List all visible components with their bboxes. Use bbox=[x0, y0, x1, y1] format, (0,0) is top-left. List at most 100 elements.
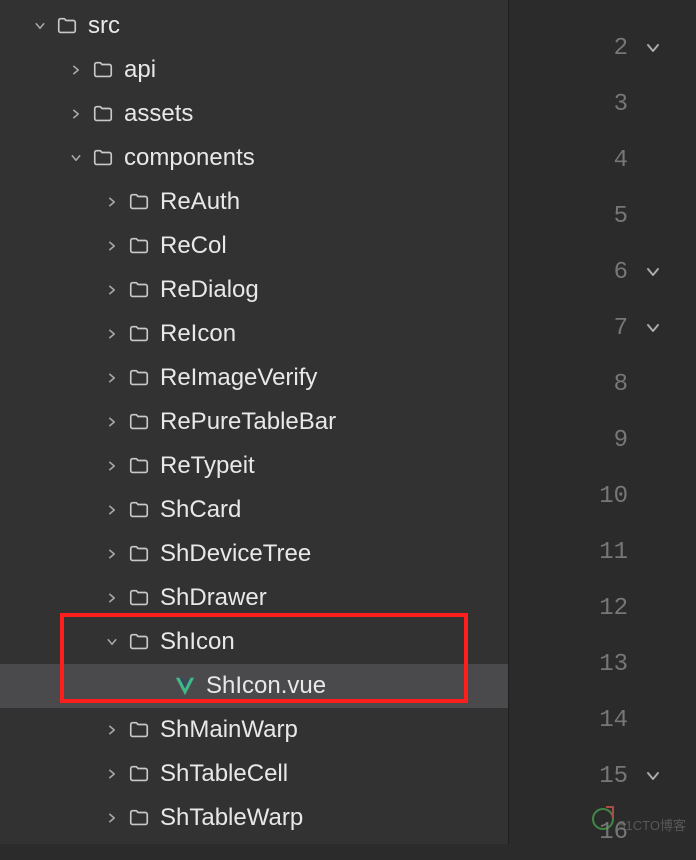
chevron-right-icon[interactable] bbox=[104, 326, 120, 342]
chevron-right-icon[interactable] bbox=[104, 370, 120, 386]
folder-item[interactable]: ShCard bbox=[0, 488, 508, 532]
gutter-line: 2 bbox=[509, 20, 696, 76]
folder-item[interactable]: ShMainWarp bbox=[0, 708, 508, 752]
file-name: ShIcon.vue bbox=[206, 674, 326, 698]
vue-file-icon bbox=[174, 675, 196, 697]
folder-name: assets bbox=[124, 102, 193, 126]
chevron-right-icon[interactable] bbox=[104, 414, 120, 430]
gutter-line: 6 bbox=[509, 244, 696, 300]
line-number: 13 bbox=[588, 651, 628, 678]
chevron-right-icon[interactable] bbox=[104, 194, 120, 210]
folder-icon bbox=[128, 235, 150, 257]
folder-icon bbox=[128, 323, 150, 345]
gutter-line: 5 bbox=[509, 188, 696, 244]
chevron-right-icon[interactable] bbox=[104, 810, 120, 826]
gutter-line: 11 bbox=[509, 524, 696, 580]
folder-icon bbox=[92, 103, 114, 125]
chevron-right-icon[interactable] bbox=[104, 722, 120, 738]
line-number: 12 bbox=[588, 595, 628, 622]
folder-icon bbox=[128, 191, 150, 213]
chevron-right-icon[interactable] bbox=[68, 62, 84, 78]
line-number: 6 bbox=[588, 259, 628, 286]
folder-icon bbox=[128, 543, 150, 565]
fold-chevron-icon[interactable] bbox=[628, 40, 678, 56]
line-number: 9 bbox=[588, 427, 628, 454]
watermark-text: 51CTO博客 bbox=[618, 818, 686, 833]
chevron-down-icon[interactable] bbox=[68, 150, 84, 166]
chevron-down-icon[interactable] bbox=[104, 634, 120, 650]
folder-icon bbox=[128, 455, 150, 477]
folder-name: ReTypeit bbox=[160, 454, 255, 478]
fold-chevron-icon[interactable] bbox=[628, 768, 678, 784]
gutter-line: 3 bbox=[509, 76, 696, 132]
line-number: 14 bbox=[588, 707, 628, 734]
folder-name: ReAuth bbox=[160, 190, 240, 214]
line-number: 11 bbox=[588, 539, 628, 566]
chevron-right-icon[interactable] bbox=[104, 502, 120, 518]
gutter-line: 13 bbox=[509, 636, 696, 692]
folder-item[interactable]: ReAuth bbox=[0, 180, 508, 224]
gutter-line: 12 bbox=[509, 580, 696, 636]
folder-item[interactable]: ShDeviceTree bbox=[0, 532, 508, 576]
editor-gutter: 2345678910111213141516 bbox=[508, 0, 696, 844]
folder-item[interactable]: ShDrawer bbox=[0, 576, 508, 620]
folder-name: ReIcon bbox=[160, 322, 236, 346]
chevron-right-icon[interactable] bbox=[104, 282, 120, 298]
folder-name: ShIcon bbox=[160, 630, 235, 654]
folder-item[interactable]: RePureTableBar bbox=[0, 400, 508, 444]
folder-item[interactable]: ReImageVerify bbox=[0, 356, 508, 400]
chevron-right-icon[interactable] bbox=[104, 590, 120, 606]
folder-name: ShDeviceTree bbox=[160, 542, 311, 566]
gutter-line: 10 bbox=[509, 468, 696, 524]
folder-name: ShCard bbox=[160, 498, 241, 522]
folder-item[interactable]: components bbox=[0, 136, 508, 180]
fold-chevron-icon[interactable] bbox=[628, 264, 678, 280]
folder-icon bbox=[128, 719, 150, 741]
chevron-down-icon[interactable] bbox=[32, 18, 48, 34]
folder-name: ShTableCell bbox=[160, 762, 288, 786]
folder-icon bbox=[92, 59, 114, 81]
folder-item[interactable]: ShIcon bbox=[0, 620, 508, 664]
folder-item[interactable]: ShTableWarp bbox=[0, 796, 508, 840]
line-number: 2 bbox=[588, 35, 628, 62]
folder-item[interactable]: ReTypeit bbox=[0, 444, 508, 488]
gutter-line: 4 bbox=[509, 132, 696, 188]
watermark-icon bbox=[592, 808, 614, 830]
folder-name: src bbox=[88, 14, 120, 38]
folder-item[interactable]: assets bbox=[0, 92, 508, 136]
gutter-line: 14 bbox=[509, 692, 696, 748]
file-explorer[interactable]: srcapi assets components ReAuth ReCol ReDialo… bbox=[0, 0, 508, 844]
folder-item[interactable]: ReIcon bbox=[0, 312, 508, 356]
folder-name: ShDrawer bbox=[160, 586, 267, 610]
folder-name: ReImageVerify bbox=[160, 366, 317, 390]
chevron-right-icon[interactable] bbox=[104, 458, 120, 474]
folder-icon bbox=[128, 499, 150, 521]
chevron-right-icon[interactable] bbox=[104, 238, 120, 254]
chevron-right-icon[interactable] bbox=[104, 546, 120, 562]
folder-name: ReCol bbox=[160, 234, 227, 258]
folder-icon bbox=[128, 631, 150, 653]
watermark: 51CTO博客 bbox=[592, 808, 686, 834]
folder-item[interactable]: ShTableCell bbox=[0, 752, 508, 796]
folder-name: api bbox=[124, 58, 156, 82]
line-number: 7 bbox=[588, 315, 628, 342]
folder-icon bbox=[128, 279, 150, 301]
fold-chevron-icon[interactable] bbox=[628, 320, 678, 336]
folder-item[interactable]: ReCol bbox=[0, 224, 508, 268]
folder-item[interactable]: src bbox=[0, 4, 508, 48]
chevron-right-icon[interactable] bbox=[68, 106, 84, 122]
chevron-right-icon[interactable] bbox=[104, 766, 120, 782]
file-item[interactable]: ShIcon.vue bbox=[0, 664, 508, 708]
line-number: 8 bbox=[588, 371, 628, 398]
line-number: 5 bbox=[588, 203, 628, 230]
line-number: 15 bbox=[588, 763, 628, 790]
line-number: 3 bbox=[588, 91, 628, 118]
folder-item[interactable]: api bbox=[0, 48, 508, 92]
folder-icon bbox=[92, 147, 114, 169]
gutter-line: 15 bbox=[509, 748, 696, 804]
folder-icon bbox=[128, 807, 150, 829]
folder-icon bbox=[56, 15, 78, 37]
folder-item[interactable]: ReDialog bbox=[0, 268, 508, 312]
folder-name: ShMainWarp bbox=[160, 718, 298, 742]
folder-icon bbox=[128, 411, 150, 433]
